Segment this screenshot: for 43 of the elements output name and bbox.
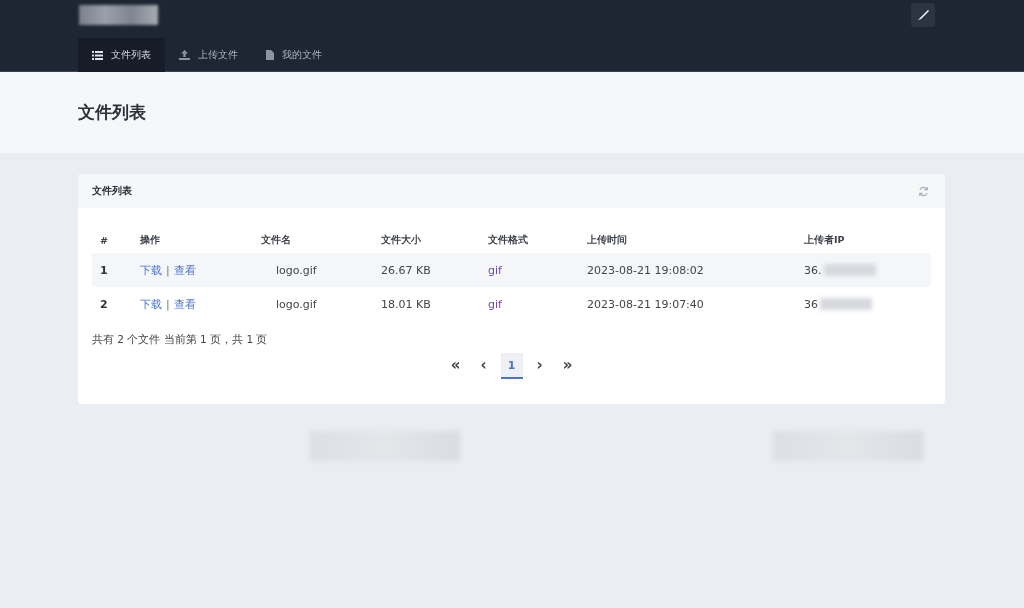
page-title: 文件列表	[78, 101, 146, 124]
action-link[interactable]: 查看	[173, 296, 196, 312]
table-cell-text: gif	[488, 262, 503, 279]
page-button[interactable]: »	[556, 353, 579, 379]
table-cell-text: 18.01 KB	[381, 296, 432, 313]
table-cell-text: 2	[99, 296, 109, 313]
action-link[interactable]: 下载	[140, 262, 162, 278]
brush-icon	[917, 9, 929, 21]
column-header: 文件名	[261, 233, 292, 247]
file-icon	[266, 50, 274, 60]
table-cell-text: gif	[488, 296, 503, 313]
brush-button[interactable]	[911, 3, 935, 27]
nav-tab[interactable]: 文件列表	[78, 38, 165, 72]
table-cell-text: logo.gif	[275, 296, 318, 313]
page-button[interactable]: ‹	[472, 353, 495, 379]
upload-icon	[179, 50, 190, 60]
list-icon	[92, 50, 103, 60]
file-summary: 共有 2 个文件 当前第 1 页，共 1 页	[92, 333, 269, 347]
table-cell: 36.	[804, 263, 822, 277]
page-button[interactable]: «	[444, 353, 467, 379]
page-button[interactable]: ›	[528, 353, 551, 379]
column-header: 文件大小	[381, 233, 422, 247]
table-cell-text: 2023-08-21 19:07:40	[587, 296, 705, 313]
redacted-block	[823, 264, 876, 276]
action-link[interactable]: 下载	[140, 296, 162, 312]
table-cell-text: 1	[99, 262, 109, 279]
table-cell: 36	[804, 297, 818, 311]
separator: |	[166, 297, 170, 311]
page-button[interactable]: 1	[500, 353, 523, 379]
column-header: 文件格式	[488, 233, 529, 247]
nav-tab[interactable]: 上传文件	[165, 38, 252, 72]
table-cell-text: 26.67 KB	[381, 262, 432, 279]
card-title: 文件列表	[92, 184, 132, 198]
column-header: 操作	[140, 233, 161, 247]
table-cell-text: logo.gif	[275, 262, 318, 279]
nav-tab[interactable]: 我的文件	[252, 38, 336, 72]
column-header: #	[99, 234, 109, 248]
column-header: 上传时间	[587, 233, 628, 247]
redacted-block	[820, 298, 872, 310]
table-cell-text: 2023-08-21 19:08:02	[587, 262, 705, 279]
column-header: 上传者IP	[804, 233, 846, 247]
separator: |	[166, 263, 170, 277]
action-link[interactable]: 查看	[173, 262, 196, 278]
